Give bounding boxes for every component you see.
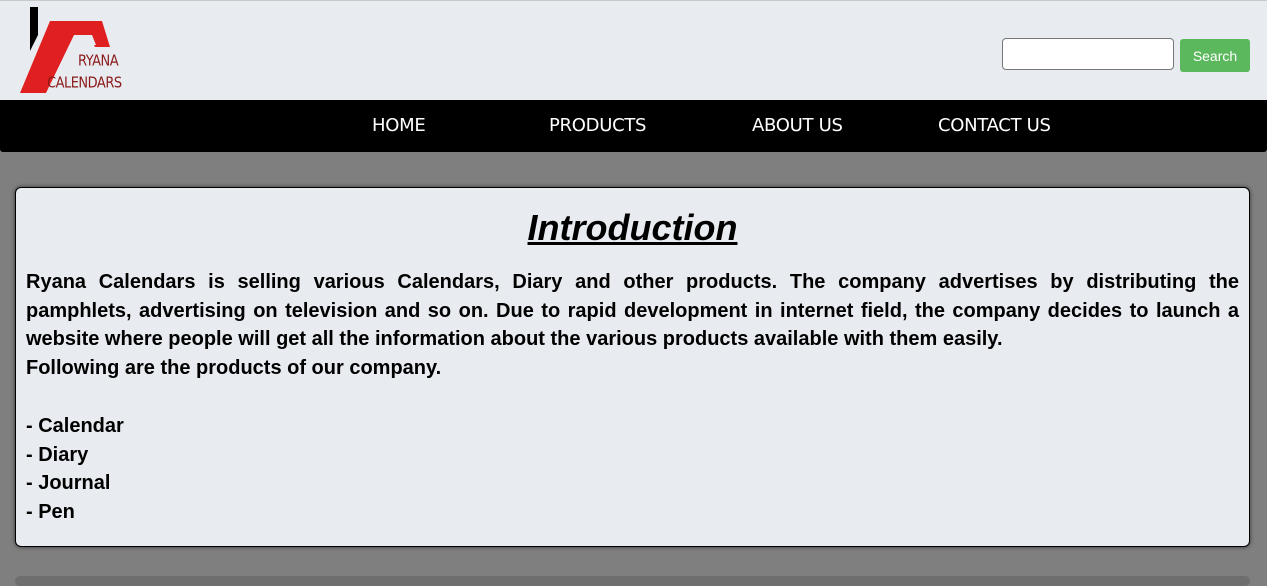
list-item: - Calendar <box>26 415 124 437</box>
nav-about-us[interactable]: ABOUT US <box>752 100 843 152</box>
nav-home[interactable]: HOME <box>372 100 426 152</box>
logo-brand-line2: CALENDARS <box>47 75 122 93</box>
intro-paragraph: Ryana Calendars is selling various Calen… <box>26 271 1239 350</box>
ryana-calendars-logo[interactable]: RYANA CALENDARS <box>20 5 122 97</box>
next-card-edge <box>15 576 1250 586</box>
logo-brand-line1: RYANA <box>78 53 119 71</box>
list-item: - Diary <box>26 443 89 466</box>
introduction-body: Ryana Calendars is selling various Calen… <box>26 268 1239 526</box>
main-nav: HOME PRODUCTS ABOUT US CONTACT US <box>0 100 1267 152</box>
page-title: Introduction <box>527 207 738 248</box>
nav-contact-us[interactable]: CONTACT US <box>938 100 1051 152</box>
products-lead-text: Following are the products of our compan… <box>26 356 442 379</box>
search-input[interactable] <box>1002 38 1174 70</box>
introduction-card: Introduction Ryana Calendars is selling … <box>15 187 1250 547</box>
list-item: - Pen <box>26 500 75 523</box>
site-header: RYANA CALENDARS Search <box>0 0 1267 100</box>
nav-products[interactable]: PRODUCTS <box>549 100 646 152</box>
search-button[interactable]: Search <box>1180 39 1250 72</box>
list-item: - Journal <box>26 472 111 494</box>
product-list: - Calendar - Diary - Journal - Pen <box>26 412 1239 526</box>
